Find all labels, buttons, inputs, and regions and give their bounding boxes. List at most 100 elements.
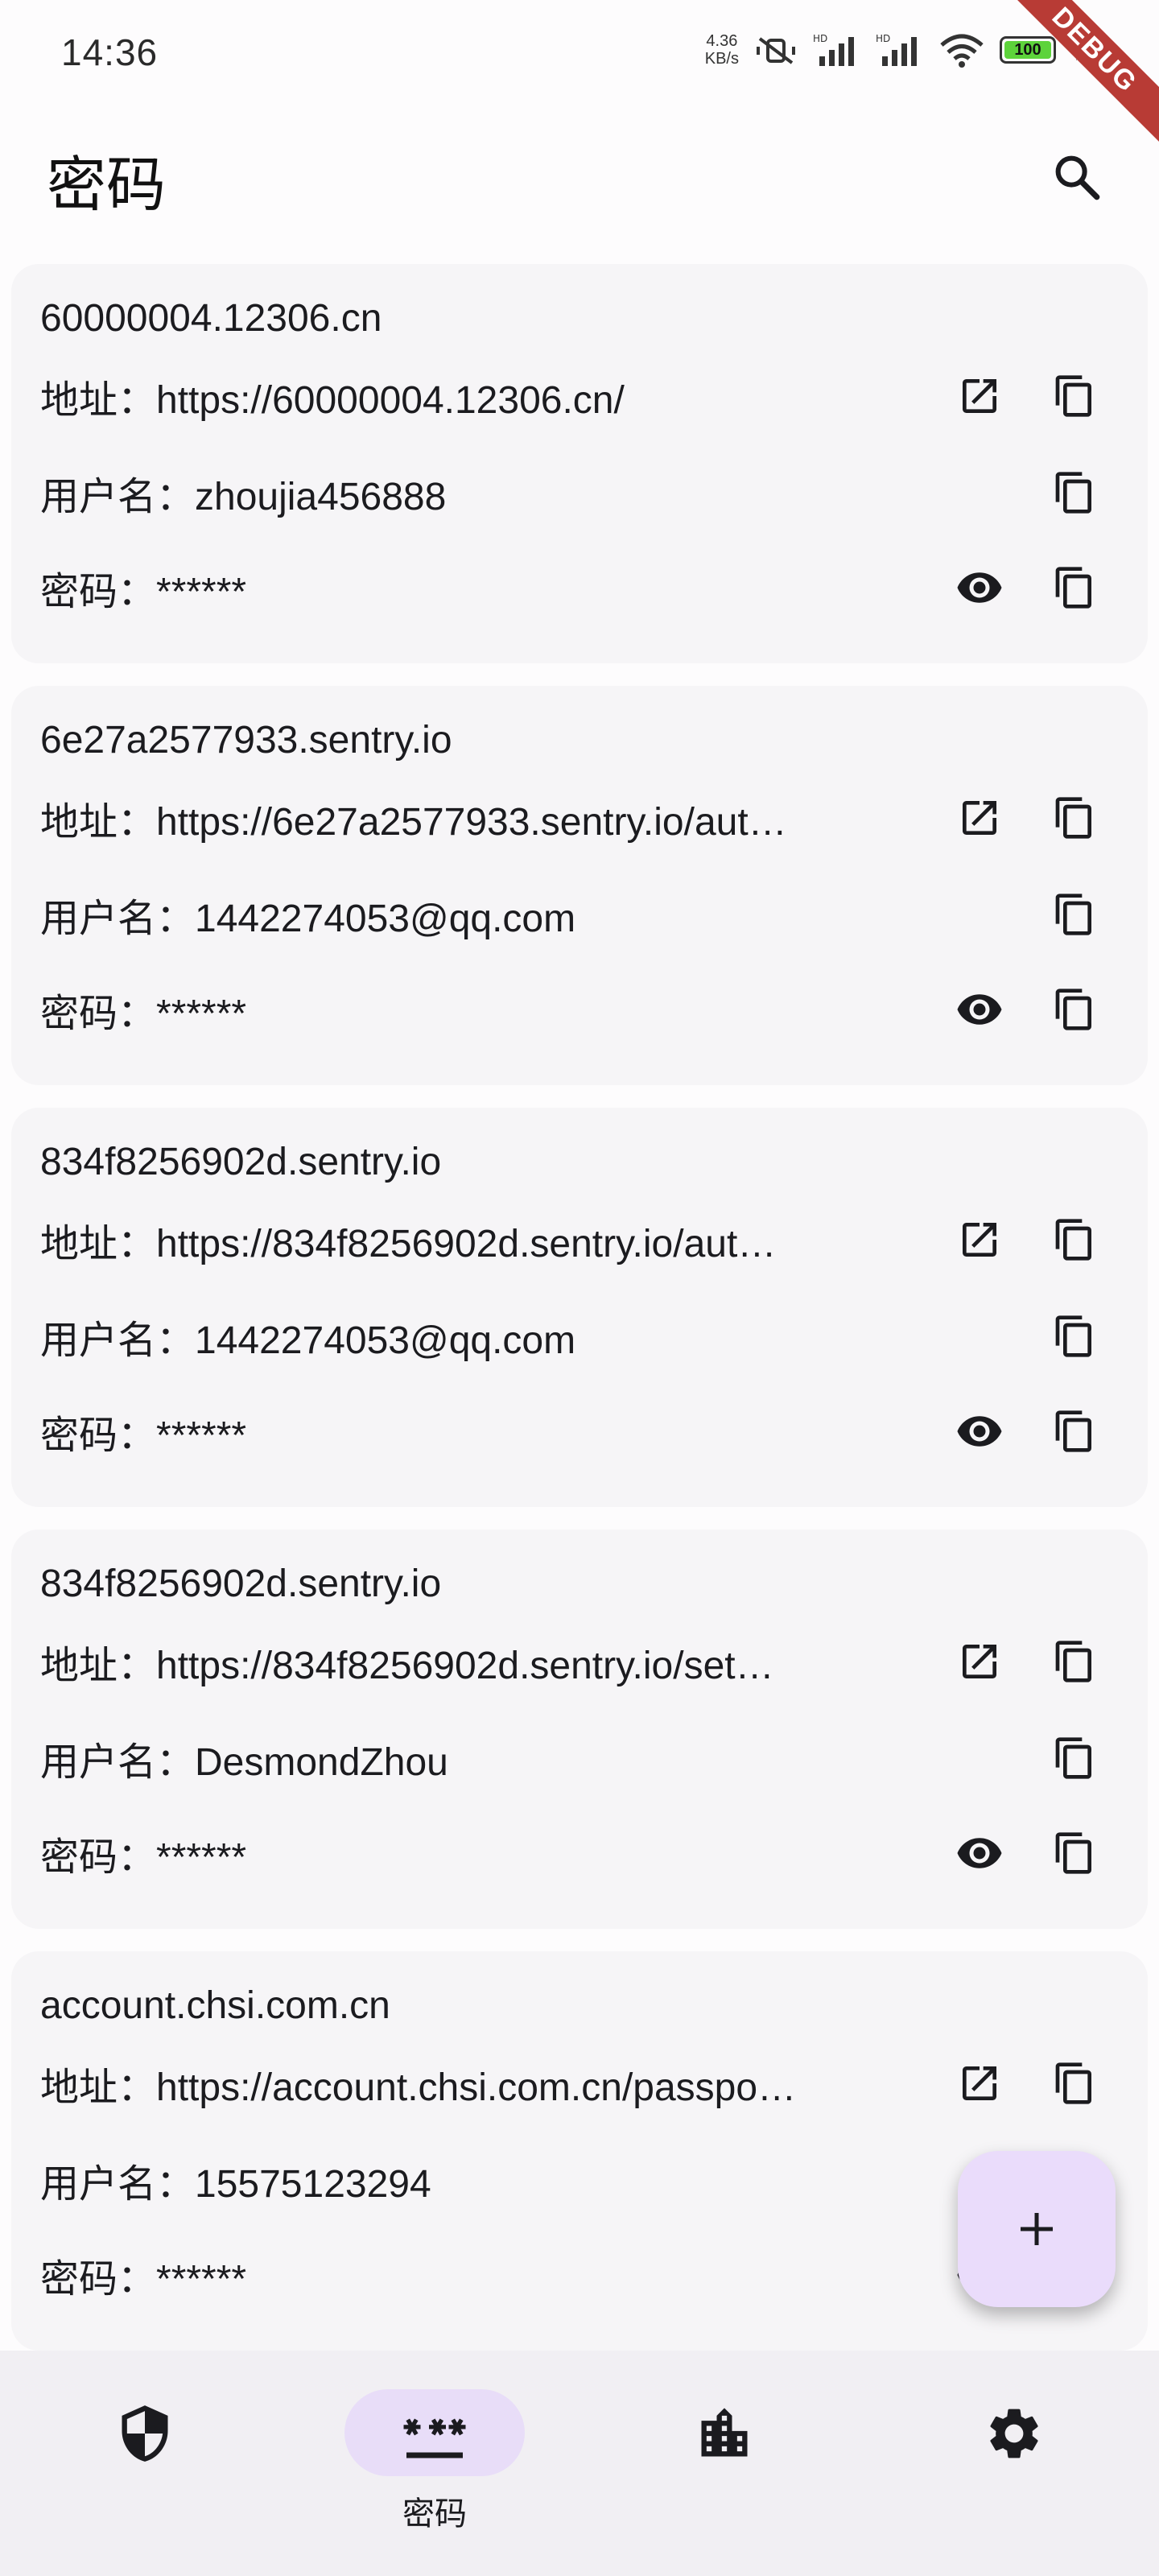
username-row: 用户名：DesmondZhou <box>40 1726 1119 1790</box>
password-row: 密码：****** <box>40 1399 1119 1463</box>
copy-icon <box>1055 797 1091 839</box>
copy-icon <box>1055 375 1091 417</box>
search-icon <box>1055 155 1100 200</box>
username-label: 用户名： <box>40 1741 196 1784</box>
password-label: 密码： <box>40 2258 157 2301</box>
username-label: 用户名： <box>40 476 196 518</box>
copy-username-button[interactable] <box>1038 456 1111 529</box>
copy-username-button[interactable] <box>1038 878 1111 951</box>
url-label: 地址： <box>40 1223 157 1265</box>
entry-title: account.chsi.com.cn <box>40 1984 390 2027</box>
url-label: 地址： <box>40 801 157 844</box>
username-row: 用户名：1442274053@qq.com <box>40 882 1119 947</box>
username-value: 1442274053@qq.com <box>195 898 576 940</box>
password-card[interactable]: 60000004.12306.cn 地址：https://60000004.12… <box>11 264 1148 663</box>
open-in-new-icon <box>963 801 996 835</box>
search-button[interactable] <box>1037 137 1117 217</box>
eye-icon <box>957 1416 1002 1447</box>
plus-icon <box>1021 2213 1053 2245</box>
username-row: 用户名：1442274053@qq.com <box>40 1304 1119 1368</box>
copy-username-button[interactable] <box>1038 1300 1111 1373</box>
open-in-new-icon <box>963 2066 996 2100</box>
open-in-new-icon <box>963 1645 996 1678</box>
signal-icon: HD <box>813 32 861 68</box>
password-card[interactable]: 834f8256902d.sentry.io 地址：https://834f82… <box>11 1530 1148 1929</box>
url-row: 地址：https://834f8256902d.sentry.io/aut… <box>40 1208 1119 1272</box>
gear-icon <box>990 2409 1038 2458</box>
battery-icon: 100 <box>1000 36 1056 64</box>
copy-icon <box>1055 2062 1091 2104</box>
password-value: ****** <box>156 1836 247 1879</box>
username-row: 用户名：15575123294 <box>40 2148 1119 2212</box>
copy-url-button[interactable] <box>1038 1625 1111 1698</box>
building-icon <box>701 2408 748 2457</box>
copy-icon <box>1055 1737 1091 1779</box>
url-row: 地址：https://account.chsi.com.cn/passpo… <box>40 2051 1119 2116</box>
open-link-button[interactable] <box>943 782 1016 854</box>
copy-url-button[interactable] <box>1038 2047 1111 2120</box>
open-link-button[interactable] <box>943 360 1016 432</box>
open-link-button[interactable] <box>943 2047 1016 2120</box>
show-password-button[interactable] <box>943 1395 1016 1468</box>
nav-item-settings[interactable] <box>918 2389 1111 2534</box>
copy-url-button[interactable] <box>1038 782 1111 854</box>
page-title: 密码 <box>47 151 166 218</box>
nav-item-passwords[interactable]: 密码 <box>338 2389 531 2534</box>
status-time: 14:36 <box>61 31 159 73</box>
url-value: https://834f8256902d.sentry.io/set… <box>156 1645 774 1687</box>
url-value: https://6e27a2577933.sentry.io/aut… <box>156 801 787 844</box>
copy-icon <box>1055 567 1091 609</box>
svg-text:HD: HD <box>876 33 890 44</box>
copy-password-button[interactable] <box>1038 973 1111 1046</box>
open-in-new-icon <box>963 1223 996 1257</box>
copy-password-button[interactable] <box>1038 1395 1111 1468</box>
password-label: 密码： <box>40 1414 157 1457</box>
entry-title: 834f8256902d.sentry.io <box>40 1563 442 1605</box>
password-value: ****** <box>156 2258 247 2301</box>
copy-icon <box>1055 1410 1091 1452</box>
url-value: https://834f8256902d.sentry.io/aut… <box>156 1223 777 1265</box>
nav-item-organizations[interactable] <box>628 2389 821 2534</box>
copy-url-button[interactable] <box>1038 1203 1111 1276</box>
entry-title: 60000004.12306.cn <box>40 297 382 340</box>
copy-username-button[interactable] <box>1038 1722 1111 1794</box>
password-row: 密码：****** <box>40 1821 1119 1885</box>
open-link-button[interactable] <box>943 1625 1016 1698</box>
username-label: 用户名： <box>40 2163 196 2206</box>
open-link-button[interactable] <box>943 1203 1016 1276</box>
username-value: 1442274053@qq.com <box>195 1319 576 1362</box>
add-password-button[interactable] <box>958 2151 1116 2307</box>
password-row: 密码：****** <box>40 977 1119 1042</box>
svg-text:HD: HD <box>813 33 827 44</box>
nav-item-security[interactable] <box>48 2389 241 2534</box>
username-label: 用户名： <box>40 898 196 940</box>
url-label: 地址： <box>40 379 157 422</box>
url-label: 地址： <box>40 2066 157 2109</box>
password-value: ****** <box>156 1414 247 1457</box>
copy-icon <box>1055 894 1091 935</box>
show-password-button[interactable] <box>943 551 1016 624</box>
password-card[interactable]: 834f8256902d.sentry.io 地址：https://834f82… <box>11 1108 1148 1507</box>
username-value: zhoujia456888 <box>195 476 447 518</box>
password-label: 密码： <box>40 1836 157 1879</box>
password-card[interactable]: 6e27a2577933.sentry.io 地址：https://6e27a2… <box>11 686 1148 1085</box>
url-row: 地址：https://6e27a2577933.sentry.io/aut… <box>40 786 1119 850</box>
password-value: ****** <box>156 993 247 1035</box>
url-label: 地址： <box>40 1645 157 1687</box>
shield-icon <box>122 2405 168 2462</box>
copy-password-button[interactable] <box>1038 1817 1111 1889</box>
copy-password-button[interactable] <box>1038 551 1111 624</box>
password-value: ****** <box>156 571 247 613</box>
nav-label-passwords: 密码 <box>402 2496 467 2532</box>
copy-icon <box>1055 1641 1091 1682</box>
show-password-button[interactable] <box>943 973 1016 1046</box>
copy-url-button[interactable] <box>1038 360 1111 432</box>
password-row: 密码：****** <box>40 2243 1119 2307</box>
password-label: 密码： <box>40 993 157 1035</box>
password-list: 60000004.12306.cn 地址：https://60000004.12… <box>11 264 1148 2351</box>
username-row: 用户名：zhoujia456888 <box>40 460 1119 525</box>
status-icons: 4.36 KB/s HD HD 100 <box>705 32 1095 68</box>
entry-title: 834f8256902d.sentry.io <box>40 1141 442 1183</box>
show-password-button[interactable] <box>943 1817 1016 1889</box>
wifi-icon <box>938 32 985 68</box>
